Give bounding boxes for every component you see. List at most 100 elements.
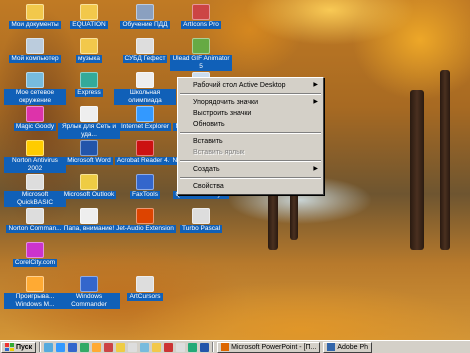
desktop-icon-item[interactable]: CorelCity.com	[4, 242, 66, 280]
document-icon	[80, 208, 98, 224]
desktop-icon-item[interactable]: Express	[58, 72, 120, 110]
app-icon[interactable]	[104, 342, 114, 352]
desktop-icon-item[interactable]: музыка	[58, 38, 120, 76]
menu-separator	[180, 160, 321, 162]
desktop-icon-label: Jet-Audio Extension	[114, 225, 176, 233]
desktop-icon-item[interactable]: Magic Goody	[4, 106, 66, 144]
desktop-icon-item[interactable]: Microsoft Word	[58, 140, 120, 178]
network-icon	[26, 72, 44, 88]
explorer-icon[interactable]	[116, 342, 126, 352]
folder-icon[interactable]	[152, 342, 162, 352]
desktop-icon-label: CorelCity.com	[12, 259, 58, 267]
internet-explorer-icon[interactable]	[56, 342, 66, 352]
desktop-icon-item[interactable]: Internet Explorer	[114, 106, 176, 144]
turbo-pascal-icon	[192, 208, 210, 224]
context-menu-item[interactable]: Свойства	[178, 181, 323, 192]
corel-icon	[26, 242, 44, 258]
quick-launch-bar	[41, 342, 210, 352]
desktop-icon-item[interactable]: Папа, внимание!	[58, 208, 120, 246]
context-menu-item-label: Создать	[193, 166, 220, 173]
desktop-icon-item[interactable]: Школьная олимпиада	[114, 72, 176, 110]
desktop-icon-item[interactable]: Проигрыва... Windows M...	[4, 276, 66, 314]
taskbar-button-label: Adobe Ph	[337, 343, 369, 351]
desktop-icon-item[interactable]: Microsoft QuickBASIC	[4, 174, 66, 212]
app-icon[interactable]	[176, 342, 186, 352]
desktop-icon-item[interactable]: ArtCursors	[114, 276, 176, 314]
context-menu-item[interactable]: Создать ▶	[178, 164, 323, 175]
desktop-icon-item[interactable]: Мой компьютер	[4, 38, 66, 76]
taskbar-button[interactable]: Microsoft PowerPoint - [П...	[217, 341, 321, 353]
desktop-icon-item[interactable]: Acrobat Reader 4.0	[114, 140, 176, 178]
context-menu-item-label: Вставить	[193, 138, 223, 145]
express-icon	[80, 72, 98, 88]
desktop-icon-item[interactable]: FaxTools	[114, 174, 176, 212]
taskbar-button[interactable]: Adobe Ph	[323, 341, 373, 353]
context-menu-item: Вставить ярлык	[178, 147, 323, 158]
context-menu-item[interactable]: Обновить	[178, 119, 323, 130]
computer-icon	[26, 38, 44, 54]
desktop-icon-label: музыка	[75, 55, 103, 63]
outlook-icon	[80, 174, 98, 190]
outlook-express-icon[interactable]	[68, 342, 78, 352]
menu-separator	[180, 93, 321, 95]
desktop-icon-item[interactable]: EQUATION	[58, 4, 120, 42]
menu-separator	[180, 177, 321, 179]
app-icon[interactable]	[164, 342, 174, 352]
desktop-icon-label: FaxTools	[129, 191, 160, 199]
desktop-icon-label: Microsoft QuickBASIC	[4, 191, 66, 207]
desktop-icon-label: Internet Explorer	[118, 123, 172, 131]
app-icon[interactable]	[140, 342, 150, 352]
desktop-icon-label: Школьная олимпиада	[114, 89, 176, 105]
quickbasic-icon	[26, 174, 44, 190]
desktop-icon-item[interactable]: Ярлык для Сеть и уда...	[58, 106, 120, 144]
desktop-icon-item[interactable]: ArtIcons Pro	[170, 4, 232, 42]
desktop-icon-label: Ярлык для Сеть и уда...	[58, 123, 120, 139]
taskbar-button-label: Microsoft PowerPoint - [П...	[231, 343, 317, 351]
context-menu-item[interactable]: Вставить	[178, 136, 323, 147]
desktop-icon-label: ArtIcons Pro	[181, 21, 221, 29]
context-menu-item-label: Рабочий стол Active Desktop	[193, 82, 286, 89]
desktop-icon-item[interactable]: Turbo Pascal	[170, 208, 232, 246]
context-menu-item[interactable]: Рабочий стол Active Desktop ▶	[178, 80, 323, 91]
photoshop-icon	[327, 343, 336, 351]
desktop-icon-item[interactable]: Jet-Audio Extension	[114, 208, 176, 246]
taskbar: Пуск Microsoft PowerPoint - [П... Adobe P…	[0, 340, 470, 353]
desktop-icon-item[interactable]: Microsoft Outlook	[58, 174, 120, 212]
desktop-icon-label: Magic Goody	[13, 123, 57, 131]
media-icon[interactable]	[92, 342, 102, 352]
desktop-icon-label: Обучение ПДД	[120, 21, 170, 29]
desktop-icon-item[interactable]: Norton Comman...	[4, 208, 66, 246]
car-icon	[136, 4, 154, 20]
folder-icon	[80, 38, 98, 54]
start-button[interactable]: Пуск	[1, 341, 37, 353]
desktop-icon-label: Microsoft Word	[65, 157, 113, 165]
desktop-icon-item[interactable]: Norton Antivirus 2002	[4, 140, 66, 178]
desktop-icon[interactable]	[44, 342, 54, 352]
gif-animator-icon	[192, 38, 210, 54]
desktop-icon-item[interactable]: Обучение ПДД	[114, 4, 176, 42]
excel-icon[interactable]	[188, 342, 198, 352]
desktop-icon-label: СУБД Гефест	[122, 55, 168, 63]
word-icon	[80, 140, 98, 156]
jet-audio-icon	[136, 208, 154, 224]
word-icon[interactable]	[200, 342, 210, 352]
desktop-icon-item[interactable]: Мое сетевое окружение	[4, 72, 66, 110]
desktop-icon-label: Norton Comman...	[6, 225, 64, 233]
desktop-icon-label: Norton Antivirus 2002	[4, 157, 66, 173]
context-menu-item[interactable]: Упорядочить значки ▶	[178, 97, 323, 108]
desktop-icon-item[interactable]: Мои документы	[4, 4, 66, 42]
context-menu-item-label: Вставить ярлык	[193, 149, 245, 156]
context-menu-item-label: Упорядочить значки	[193, 99, 259, 106]
desktop-icon-item[interactable]: Windows Commander	[58, 276, 120, 314]
channels-icon[interactable]	[80, 342, 90, 352]
app-icon	[192, 4, 210, 20]
desktop-icon-item[interactable]: СУБД Гефест	[114, 38, 176, 76]
context-menu-item[interactable]: Выстроить значки	[178, 108, 323, 119]
folder-icon	[80, 4, 98, 20]
desktop-icon-label: Acrobat Reader 4.0	[114, 157, 176, 165]
desktop-icon-item[interactable]: Ulead GIF Animator 5	[170, 38, 232, 76]
app-icon[interactable]	[128, 342, 138, 352]
norton-commander-icon	[26, 208, 44, 224]
submenu-arrow-icon: ▶	[313, 82, 318, 88]
artcursors-icon	[136, 276, 154, 292]
